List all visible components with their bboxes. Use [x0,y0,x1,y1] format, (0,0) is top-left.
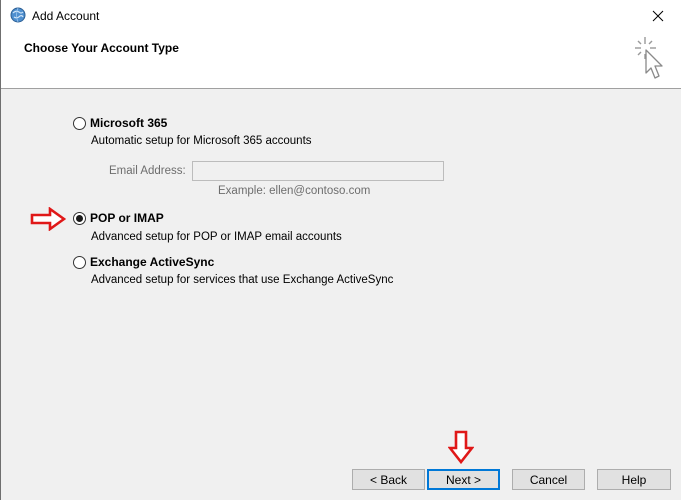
wizard-cursor-icon [635,37,663,79]
back-button[interactable]: < Back [352,469,425,490]
red-arrow-down-icon [448,430,474,464]
cancel-button[interactable]: Cancel [512,469,585,490]
option-label-microsoft-365[interactable]: Microsoft 365 [90,116,167,130]
outlook-globe-icon [10,7,26,23]
option-label-pop-or-imap[interactable]: POP or IMAP [90,211,164,225]
option-desc-exchange-activesync: Advanced setup for services that use Exc… [91,274,394,286]
red-arrow-right-icon [30,207,66,231]
add-account-dialog: Add Account Choose Your Account Type Mic… [0,0,681,500]
page-title: Choose Your Account Type [24,41,179,55]
email-address-input[interactable] [192,161,444,181]
next-button[interactable]: Next > [427,469,500,490]
email-address-label: Email Address: [109,165,186,177]
email-example-text: Example: ellen@contoso.com [218,185,371,197]
option-desc-microsoft-365: Automatic setup for Microsoft 365 accoun… [91,135,312,147]
option-label-exchange-activesync[interactable]: Exchange ActiveSync [90,255,214,269]
radio-pop-or-imap[interactable] [73,212,86,225]
title-bar: Add Account [1,0,681,32]
radio-microsoft-365[interactable] [73,117,86,130]
option-desc-pop-or-imap: Advanced setup for POP or IMAP email acc… [91,231,342,243]
window-title: Add Account [32,9,100,23]
radio-exchange-activesync[interactable] [73,256,86,269]
close-button[interactable] [635,0,681,31]
wizard-header: Choose Your Account Type [1,32,681,89]
help-button[interactable]: Help [597,469,671,490]
close-icon [652,10,664,21]
